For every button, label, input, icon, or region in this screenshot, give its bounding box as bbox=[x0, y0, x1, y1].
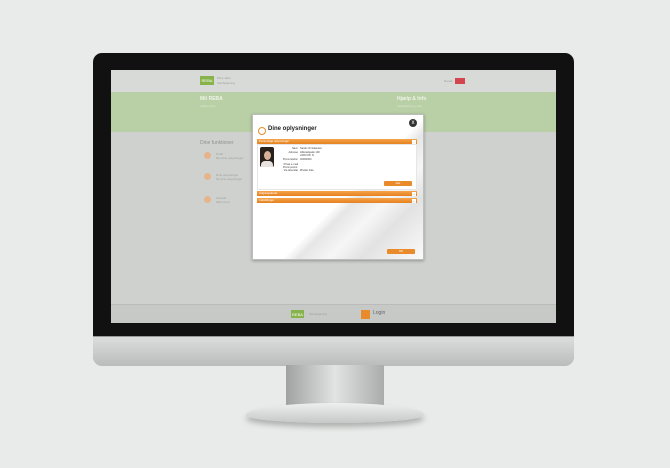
app-footer: REBA Selvbetjening Login bbox=[111, 304, 556, 323]
field-value: Sarah Christiansen bbox=[300, 147, 323, 150]
app-logo: REBA bbox=[200, 76, 214, 85]
item-subtitle: Se dine oplysninger bbox=[216, 177, 243, 181]
app-name: Mine sider bbox=[217, 76, 231, 80]
item-icon bbox=[204, 196, 211, 203]
band-left-subtitle: Velkommen bbox=[200, 104, 216, 108]
field-label: Navn bbox=[291, 147, 298, 150]
section-label: Adgangskode bbox=[259, 191, 278, 195]
monitor-screen: REBA Mine sider Selvbetjening Dansk Mit … bbox=[111, 70, 556, 323]
footer-logo: REBA bbox=[291, 310, 304, 318]
search-person-icon bbox=[258, 127, 266, 135]
field-label: Adresse bbox=[288, 151, 298, 154]
band-left-title: Mit REBA bbox=[200, 96, 223, 102]
list-item[interactable]: Profil Ret dine oplysninger bbox=[204, 152, 243, 160]
monitor-chin bbox=[93, 336, 574, 366]
item-subtitle: Skriv til os bbox=[216, 200, 230, 204]
dialog-title: Dine oplysninger bbox=[268, 126, 317, 132]
login-icon[interactable] bbox=[361, 310, 370, 319]
item-icon bbox=[204, 152, 211, 159]
section-password-header[interactable]: Adgangskode + bbox=[257, 191, 417, 196]
item-icon bbox=[204, 173, 211, 180]
expand-icon[interactable]: + bbox=[412, 198, 416, 203]
close-button[interactable]: x bbox=[409, 119, 417, 127]
expand-icon[interactable]: + bbox=[412, 191, 416, 196]
list-item[interactable]: Dine oplysninger Se dine oplysninger bbox=[204, 173, 242, 181]
monitor-stand-base bbox=[246, 403, 424, 423]
field-value: 2200 Kbh N bbox=[300, 154, 314, 157]
app-subtitle: Selvbetjening bbox=[217, 81, 236, 85]
personal-info-panel: Navn Sarah Christiansen Adresse Hillerød… bbox=[257, 144, 417, 190]
section-label: Indstillinger bbox=[259, 198, 275, 202]
field-label: Via afsendte bbox=[283, 169, 298, 172]
collapse-icon[interactable]: − bbox=[412, 139, 416, 144]
section-settings-header[interactable]: Indstillinger + bbox=[257, 198, 417, 203]
edit-button[interactable]: Ret bbox=[384, 181, 412, 186]
login-link[interactable]: Login bbox=[373, 310, 385, 316]
band-right-subtitle: Spørgsmål og svar bbox=[397, 104, 423, 108]
list-item[interactable]: Kontakt Skriv til os bbox=[204, 196, 230, 204]
item-subtitle: Ret dine oplysninger bbox=[216, 156, 244, 160]
language-label[interactable]: Dansk bbox=[444, 79, 453, 83]
field-label: Privat telefon bbox=[282, 158, 298, 161]
profile-dialog: Dine oplysninger x Personlige oplysninge… bbox=[252, 114, 424, 260]
flag-icon[interactable] bbox=[455, 78, 465, 84]
app-header: REBA Mine sider Selvbetjening Dansk bbox=[111, 70, 556, 92]
field-value: Ønsker ikke bbox=[300, 169, 314, 172]
ok-button[interactable]: OK bbox=[387, 249, 415, 254]
band-right-title: Hjælp & Info bbox=[397, 96, 427, 102]
field-value: 40000000 bbox=[300, 158, 312, 161]
footer-text: Selvbetjening bbox=[309, 312, 328, 316]
section-label: Personlige oplysninger bbox=[259, 139, 290, 143]
section-title: Dine funktioner bbox=[200, 140, 234, 146]
